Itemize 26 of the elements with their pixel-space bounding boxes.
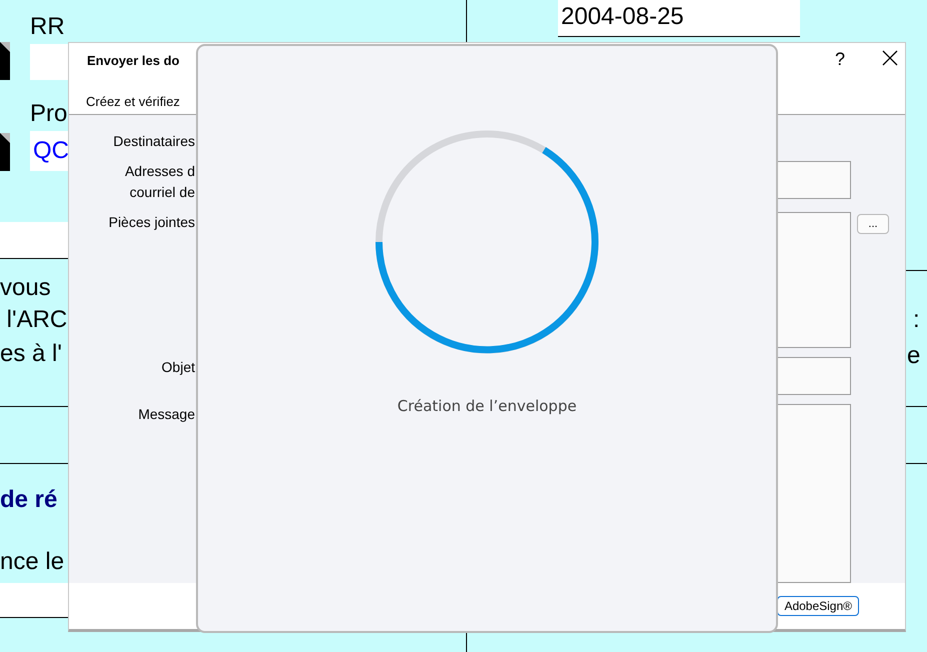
- help-button[interactable]: ?: [834, 49, 845, 70]
- field-label: Objet: [160, 358, 195, 377]
- browse-button[interactable]: ...: [857, 214, 889, 234]
- body-text: es à l': [0, 340, 62, 368]
- body-text: nce le: [0, 548, 64, 576]
- status-text: Création de l’enveloppe: [397, 397, 577, 415]
- field-value: QC: [33, 137, 69, 165]
- date-value: 2004-08-25: [561, 3, 684, 31]
- field-label: Adresses d courriel de: [124, 162, 195, 202]
- body-text: :: [913, 306, 920, 334]
- body-text: vous: [0, 274, 52, 302]
- close-icon[interactable]: [882, 50, 898, 66]
- marker-icon: [0, 133, 10, 171]
- dialog-title: Envoyer les do: [87, 53, 180, 68]
- field-label: RR: [30, 13, 65, 41]
- send-button[interactable]: AdobeSign®: [777, 596, 859, 616]
- body-text: l'ARC: [6, 306, 68, 334]
- field-label: Pro: [30, 100, 68, 128]
- dialog-subtitle: Créez et vérifiez: [86, 94, 180, 109]
- section-heading: de ré: [0, 486, 58, 514]
- field-label: Destinataires: [112, 132, 195, 151]
- body-text: e: [907, 342, 920, 370]
- field-label: Pièces jointes: [108, 212, 195, 232]
- field-label: Message: [137, 404, 195, 424]
- marker-icon: [0, 42, 10, 80]
- row-band: [0, 222, 68, 258]
